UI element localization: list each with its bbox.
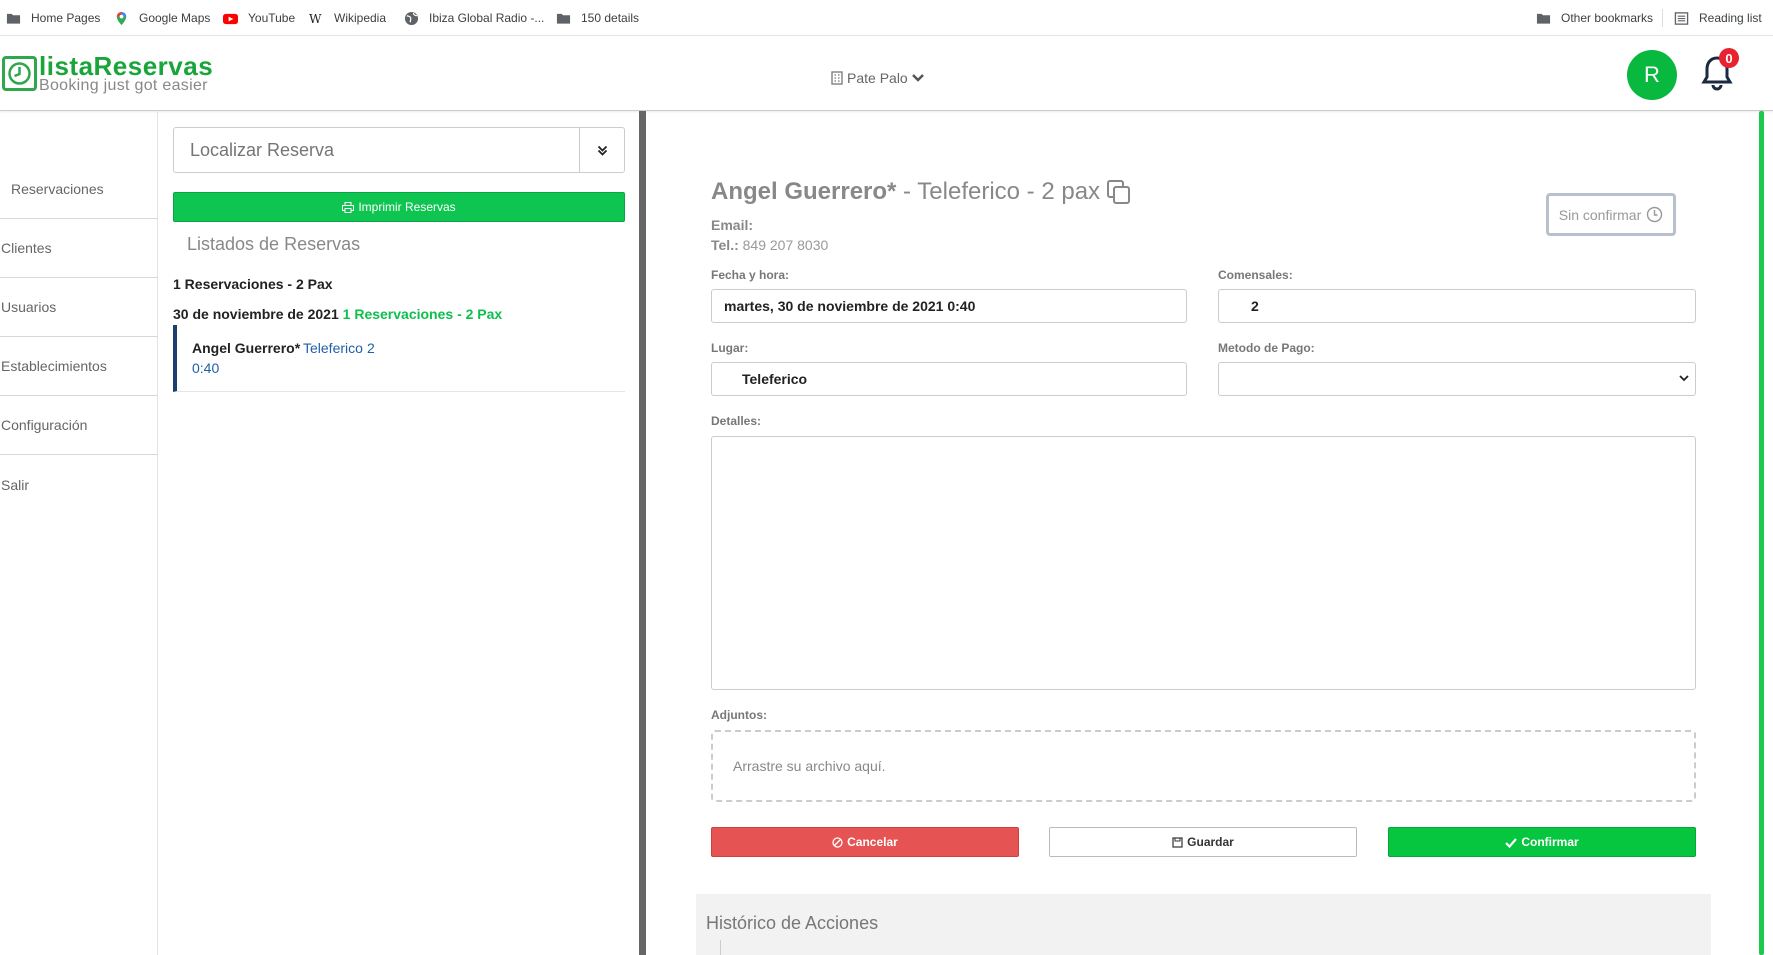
venue-name: Pate Palo <box>847 70 908 86</box>
reading-list[interactable]: Reading list <box>1674 10 1762 26</box>
check-icon <box>1505 837 1518 848</box>
scrollbar[interactable] <box>1759 111 1764 955</box>
bookmark-youtube[interactable]: YouTube <box>223 10 295 26</box>
tel-row: Tel.: 849 207 8030 <box>711 237 828 253</box>
list-item[interactable]: Angel Guerrero* Teleferico 2 0:40 <box>173 325 625 392</box>
list-title: Listados de Reservas <box>187 234 361 254</box>
reservations-list-panel: Imprimir Reservas Listados de Reservas 1… <box>158 111 639 955</box>
comensales-label: Comensales: <box>1218 268 1293 282</box>
svg-text:W: W <box>309 12 322 26</box>
chevron-down-icon <box>1679 375 1689 382</box>
sidebar-item-usuarios[interactable]: Usuarios <box>0 278 158 337</box>
lugar-field[interactable]: Teleferico <box>711 362 1187 396</box>
tel-label: Tel.: <box>711 237 739 253</box>
metodo-pago-select[interactable] <box>1218 362 1696 396</box>
tel-value: 849 207 8030 <box>742 237 829 253</box>
history-title: Histórico de Acciones <box>706 913 879 933</box>
building-icon <box>831 71 843 85</box>
fecha-field[interactable]: martes, 30 de noviembre de 2021 0:40 <box>711 289 1187 323</box>
sidebar-item-configuracion[interactable]: Configuración <box>0 396 158 455</box>
detalles-textarea[interactable] <box>711 436 1696 690</box>
attachments-dropzone[interactable]: Arrastre su archivo aquí. <box>711 730 1696 802</box>
venue-selector[interactable]: Pate Palo <box>831 70 924 86</box>
bookmark-ibiza-global-radio[interactable]: Ibiza Global Radio -... <box>404 10 544 26</box>
reading-list-icon <box>1674 11 1689 25</box>
reservation-name: Angel Guerrero* <box>192 340 301 356</box>
list-summary: 1 Reservaciones - 2 Pax <box>173 276 333 292</box>
chevron-down-icon <box>911 74 924 82</box>
folder-icon <box>1536 13 1551 24</box>
adjuntos-label: Adjuntos: <box>711 708 767 722</box>
reservation-pax: 2 <box>367 340 375 356</box>
search-input[interactable] <box>174 128 579 172</box>
copy-icon[interactable] <box>1106 179 1132 205</box>
save-button[interactable]: Guardar <box>1049 827 1357 857</box>
confirm-button[interactable]: Confirmar <box>1388 827 1696 857</box>
save-icon <box>1172 836 1183 848</box>
sidebar-item-establecimientos[interactable]: Establecimientos <box>0 337 158 396</box>
clock-icon <box>1647 206 1663 223</box>
cancel-button[interactable]: Cancelar <box>711 827 1019 857</box>
email-row: Email: <box>711 217 753 233</box>
sidebar-item-clientes[interactable]: Clientes <box>0 219 158 278</box>
date-label: 30 de noviembre de 2021 <box>173 306 339 322</box>
bookmark-home-pages[interactable]: Home Pages <box>6 10 100 26</box>
logo-icon <box>2 56 37 91</box>
detalles-label: Detalles: <box>711 414 762 428</box>
ban-icon <box>832 836 843 848</box>
history-timeline <box>720 940 721 955</box>
panel-splitter[interactable] <box>639 111 646 955</box>
bookmarks-divider <box>1662 9 1663 27</box>
folder-icon <box>6 13 21 24</box>
sidebar-nav: Reservaciones Clientes Usuarios Establec… <box>0 111 158 955</box>
reservation-title-name: Angel Guerrero* <box>711 178 897 205</box>
notification-badge: 0 <box>1719 48 1739 68</box>
history-section: Histórico de Acciones <box>696 894 1711 955</box>
bookmark-google-maps[interactable]: Google Maps <box>114 10 210 26</box>
folder-icon <box>556 13 571 24</box>
reservation-title-subtitle: - Teleferico - 2 pax <box>896 178 1101 205</box>
date-summary: 1 Reservaciones - 2 Pax <box>342 306 503 322</box>
bookmark-150-details[interactable]: 150 details <box>556 10 639 26</box>
bookmarks-bar: Home Pages Google Maps YouTube W Wikiped… <box>0 0 1773 36</box>
search-dropdown-button[interactable] <box>579 128 624 172</box>
app-header: listaReservas Booking just got easier Pa… <box>0 36 1773 111</box>
comensales-field[interactable]: 2 <box>1218 289 1696 323</box>
reservation-time: 0:40 <box>192 360 220 376</box>
metodo-pago-label: Metodo de Pago: <box>1218 341 1315 355</box>
google-maps-icon <box>116 11 127 25</box>
fecha-label: Fecha y hora: <box>711 268 790 282</box>
youtube-icon <box>223 13 238 24</box>
globe-icon <box>404 11 419 25</box>
wikipedia-icon: W <box>309 12 322 26</box>
reservation-place: Teleferico <box>303 340 363 356</box>
print-reservations-button[interactable]: Imprimir Reservas <box>173 192 625 222</box>
double-chevron-down-icon <box>597 145 607 156</box>
avatar[interactable]: R <box>1627 50 1677 100</box>
printer-icon <box>342 201 355 213</box>
sidebar-item-reservaciones[interactable]: Reservaciones <box>0 160 158 219</box>
bookmark-wikipedia[interactable]: W Wikipedia <box>309 10 386 26</box>
reservation-title: Angel Guerrero* - Teleferico - 2 pax <box>711 178 1132 206</box>
status-button[interactable]: Sin confirmar <box>1546 193 1676 236</box>
email-label: Email: <box>711 217 754 233</box>
sidebar-item-salir[interactable]: Salir <box>0 455 158 514</box>
lugar-label: Lugar: <box>711 341 749 355</box>
search-box <box>173 127 625 173</box>
other-bookmarks[interactable]: Other bookmarks <box>1536 10 1653 26</box>
date-group-header: 30 de noviembre de 2021 1 Reservaciones … <box>173 306 502 322</box>
logo-subtitle: Booking just got easier <box>39 77 208 94</box>
